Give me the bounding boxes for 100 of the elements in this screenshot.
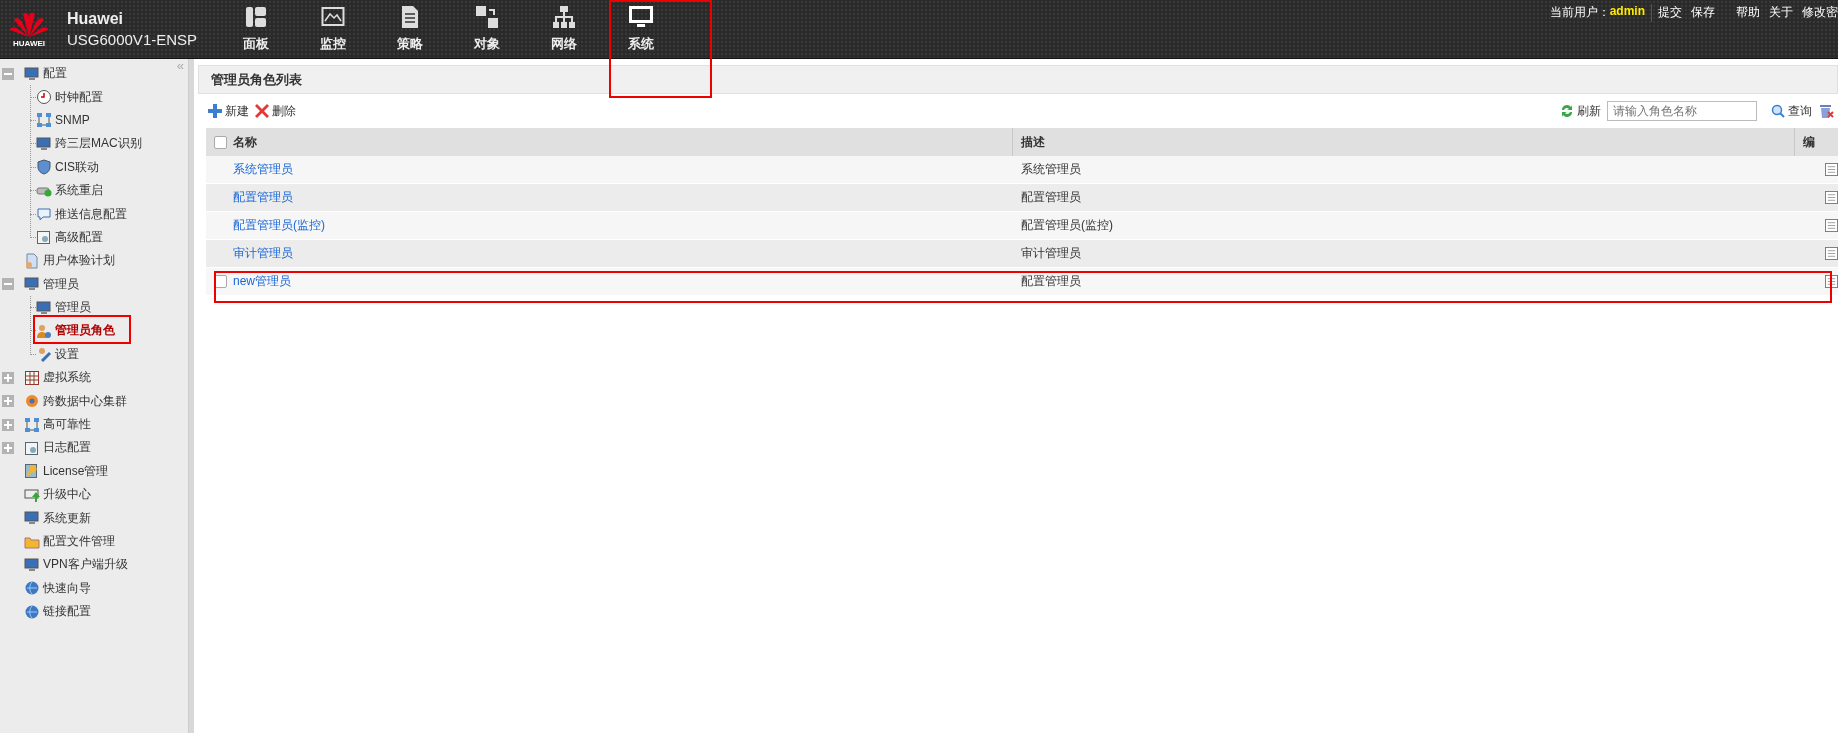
upload-icon bbox=[24, 486, 40, 503]
tree-item[interactable]: License管理 bbox=[0, 459, 109, 484]
calendar-icon bbox=[36, 229, 52, 246]
nav-tab[interactable]: 面板 bbox=[217, 0, 294, 58]
brand-name: Huawei bbox=[67, 10, 124, 28]
tree-item[interactable]: 管理员角色 bbox=[0, 319, 115, 343]
current-user-label: 当前用户： bbox=[1549, 4, 1610, 21]
tree-item[interactable]: 管理员 bbox=[0, 272, 79, 296]
monitor-icon bbox=[36, 135, 52, 152]
refresh-icon bbox=[1560, 104, 1574, 118]
tree-item[interactable]: 升级中心 bbox=[0, 483, 91, 507]
nav-tab[interactable]: 网络 bbox=[525, 0, 602, 58]
tree-item[interactable]: 高可靠性 bbox=[0, 412, 91, 437]
header-link[interactable]: 提交 bbox=[1658, 4, 1682, 21]
tree-item[interactable]: 链接配置 bbox=[0, 600, 91, 624]
edit-icon[interactable] bbox=[1825, 247, 1838, 260]
tree-item[interactable]: 系统重启 bbox=[0, 178, 103, 203]
table-row[interactable]: 配置管理员(监控) 配置管理员(监控) bbox=[206, 212, 1838, 240]
nav-tab[interactable]: 系统 bbox=[602, 0, 679, 58]
objects-icon bbox=[474, 5, 499, 29]
tree-item[interactable]: VPN客户端升级 bbox=[0, 553, 128, 577]
panel-title: 管理员角色列表 bbox=[198, 65, 1838, 94]
network-icon bbox=[24, 416, 40, 433]
tree-item[interactable]: 跨数据中心集群 bbox=[0, 389, 127, 413]
device-model: USG6000V1-ENSP bbox=[67, 31, 199, 48]
logo-text: HUAWEI bbox=[13, 39, 45, 48]
nav-tab[interactable]: 策略 bbox=[371, 0, 448, 58]
tree-item[interactable]: 虚拟系统 bbox=[0, 366, 91, 390]
table-cell: 系统管理员 bbox=[1021, 161, 1081, 178]
monitor-icon bbox=[24, 556, 40, 573]
network-icon bbox=[36, 112, 52, 129]
monitor-icon bbox=[24, 276, 40, 293]
header-link[interactable]: 保存 bbox=[1691, 4, 1715, 21]
tree-item[interactable]: 系统更新 bbox=[0, 506, 91, 530]
tree-item[interactable]: 设置 bbox=[0, 342, 79, 367]
new-button[interactable]: 新建 bbox=[208, 102, 249, 120]
tree-item[interactable]: 日志配置 bbox=[0, 436, 91, 460]
tree-item[interactable]: 配置文件管理 bbox=[0, 529, 115, 554]
tree-item[interactable]: CIS联动 bbox=[0, 155, 99, 179]
clock-icon bbox=[36, 89, 52, 106]
dashboard-icon bbox=[243, 5, 268, 29]
flower-icon bbox=[24, 393, 40, 410]
chat-icon bbox=[36, 206, 52, 223]
nav-tab[interactable]: 监控 bbox=[294, 0, 371, 58]
monitor-icon bbox=[628, 5, 653, 29]
key-icon bbox=[24, 463, 40, 480]
header-link[interactable]: 关于 bbox=[1769, 4, 1793, 21]
edit-icon[interactable] bbox=[1825, 163, 1838, 176]
search-field[interactable]: 请输入角色名称 bbox=[1607, 101, 1757, 121]
role-name-link[interactable]: 审计管理员 bbox=[233, 245, 293, 262]
tree-item[interactable]: 用户体验计划 bbox=[0, 249, 115, 273]
calendar-icon bbox=[24, 439, 40, 456]
person-icon bbox=[36, 323, 52, 339]
user-name: admin bbox=[1609, 4, 1645, 18]
table-row[interactable]: 配置管理员 配置管理员 bbox=[206, 184, 1838, 212]
tree-item[interactable]: 高级配置 bbox=[0, 225, 103, 250]
refresh-button[interactable]: 刷新 bbox=[1560, 102, 1601, 120]
tree-item[interactable]: 配置 bbox=[0, 62, 67, 86]
select-all-checkbox[interactable] bbox=[214, 135, 227, 149]
table-cell: 审计管理员 bbox=[1021, 245, 1081, 262]
column-header[interactable]: 编 bbox=[1803, 133, 1815, 151]
tree-item[interactable]: 跨三层MAC识别 bbox=[0, 132, 142, 156]
tree-item[interactable]: 时钟配置 bbox=[0, 85, 103, 109]
query-button[interactable]: 查询 bbox=[1771, 102, 1812, 120]
delete-icon bbox=[255, 104, 269, 118]
globe-icon bbox=[24, 580, 40, 597]
shield-icon bbox=[36, 159, 52, 176]
role-name-link[interactable]: 系统管理员 bbox=[233, 161, 293, 178]
tree-item[interactable]: SNMP bbox=[0, 108, 90, 133]
edit-icon[interactable] bbox=[1825, 219, 1838, 232]
monitor-icon bbox=[36, 299, 52, 316]
plus-icon bbox=[208, 104, 222, 118]
table-cell: 配置管理员 bbox=[1021, 273, 1081, 290]
table-row[interactable]: 系统管理员 系统管理员 bbox=[206, 156, 1838, 184]
tree-item[interactable]: 推送信息配置 bbox=[0, 202, 127, 226]
monitor-icon bbox=[24, 65, 40, 82]
tree-item[interactable]: 管理员 bbox=[0, 295, 91, 320]
globe-icon bbox=[24, 603, 40, 620]
table-cell: 配置管理员(监控) bbox=[1021, 217, 1113, 234]
nav-tab[interactable]: 对象 bbox=[448, 0, 525, 58]
tree-item[interactable]: 快速向导 bbox=[0, 576, 91, 600]
edit-icon[interactable] bbox=[1825, 191, 1838, 204]
role-name-link[interactable]: new管理员 bbox=[233, 273, 291, 290]
role-name-link[interactable]: 配置管理员 bbox=[233, 189, 293, 206]
table-row[interactable]: 审计管理员 审计管理员 bbox=[206, 240, 1838, 268]
trash-icon[interactable] bbox=[1818, 103, 1834, 119]
document-icon bbox=[24, 252, 40, 269]
header-link[interactable]: 修改密 bbox=[1802, 4, 1838, 21]
table-row[interactable]: new管理员 配置管理员 bbox=[206, 268, 1838, 296]
column-header[interactable]: 描述 bbox=[1021, 133, 1045, 151]
logo-icon bbox=[9, 10, 49, 38]
search-icon bbox=[1771, 104, 1785, 118]
delete-button[interactable]: 删除 bbox=[255, 102, 296, 120]
header-link[interactable]: 帮助 bbox=[1736, 4, 1760, 21]
network-icon bbox=[551, 5, 576, 29]
wrench-icon bbox=[36, 346, 52, 363]
monitor-icon bbox=[320, 5, 345, 29]
column-header[interactable]: 名称 bbox=[233, 133, 257, 151]
role-name-link[interactable]: 配置管理员(监控) bbox=[233, 217, 325, 234]
grid-icon bbox=[24, 369, 40, 386]
